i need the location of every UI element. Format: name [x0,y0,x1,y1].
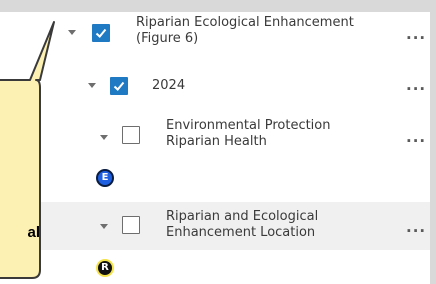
callout-bubble [0,21,55,279]
callout-text: al [27,224,40,241]
